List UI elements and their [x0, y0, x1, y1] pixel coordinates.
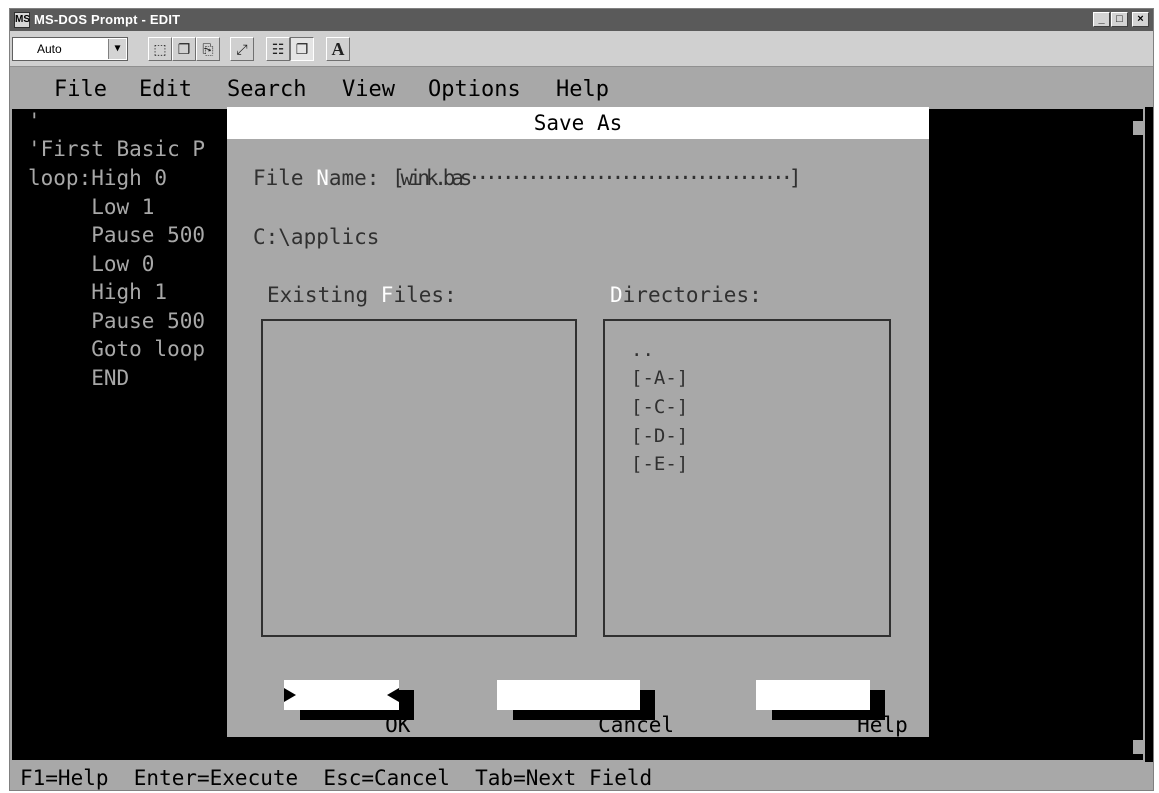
code-line: Goto loop	[28, 337, 206, 361]
properties-button[interactable]: ☷	[266, 37, 290, 61]
file-name-input[interactable]: [wink.bas·······························…	[392, 166, 801, 190]
ms-dos-prompt-window: MS MS-DOS Prompt - EDIT _ □ × Auto ▼ ⬚ ❐…	[9, 8, 1154, 791]
directories-label: Directories:	[610, 283, 762, 307]
save-as-dialog: Save As File Name: [wink.bas············…	[227, 107, 929, 737]
paste-button[interactable]: ⎘	[196, 37, 220, 61]
cancel-label: Cancel	[598, 713, 675, 737]
scroll-down-arrow[interactable]	[1133, 740, 1143, 754]
dialog-title-bar: Save As	[227, 107, 929, 139]
focus-marker-left-icon	[284, 688, 296, 702]
code-line: Low 1	[28, 195, 155, 219]
font-size-select[interactable]: Auto ▼	[12, 37, 128, 61]
list-item[interactable]: [-E-]	[631, 453, 688, 475]
chevron-down-icon[interactable]: ▼	[108, 39, 126, 59]
files-listbox[interactable]	[261, 319, 577, 637]
font-icon: A	[331, 39, 345, 59]
title-bar[interactable]: MS MS-DOS Prompt - EDIT _ □ ×	[10, 9, 1153, 31]
menu-help[interactable]: Help	[556, 77, 609, 102]
code-line: '	[28, 109, 41, 133]
dialog-shadow	[929, 125, 939, 755]
fullscreen-icon: ⤢	[236, 41, 248, 57]
code-line: loop:High 0	[28, 166, 168, 190]
copy-button[interactable]: ❐	[172, 37, 196, 61]
menu-edit[interactable]: Edit	[139, 77, 192, 102]
file-name-label-pre: File	[253, 166, 317, 190]
menu-view[interactable]: View	[342, 77, 395, 102]
close-button[interactable]: ×	[1132, 12, 1149, 27]
menu-options[interactable]: Options	[428, 77, 521, 102]
list-item[interactable]: [-C-]	[631, 396, 688, 418]
directories-listbox[interactable]: .. [-A-] [-C-] [-D-] [-E-]	[603, 319, 891, 637]
list-item[interactable]: [-D-]	[631, 425, 688, 447]
ok-label: OK	[385, 713, 411, 737]
file-name-hotkey: N	[316, 166, 329, 190]
code-line: Low 0	[28, 252, 155, 276]
menu-search[interactable]: Search	[227, 77, 306, 102]
minimize-button[interactable]: _	[1093, 12, 1110, 27]
maximize-button[interactable]: □	[1111, 12, 1128, 27]
code-line: High 1	[28, 280, 168, 304]
current-path: C:\applics	[253, 225, 380, 249]
dialog-title: Save As	[533, 111, 623, 135]
list-item[interactable]: ..	[631, 339, 654, 361]
ms-dos-icon[interactable]: MS	[14, 12, 30, 28]
paste-icon: ⎘	[202, 41, 214, 57]
fullscreen-button[interactable]: ⤢	[230, 37, 254, 61]
scroll-up-arrow[interactable]	[1133, 121, 1143, 135]
copy-icon: ❐	[177, 41, 191, 57]
window-title: MS-DOS Prompt - EDIT	[34, 12, 181, 27]
ok-button[interactable]: OK	[284, 680, 410, 737]
code-line: END	[28, 366, 130, 390]
focus-marker-right-icon	[387, 688, 399, 702]
font-size-value: Auto	[37, 42, 62, 56]
help-label: Help	[857, 713, 908, 737]
cancel-button[interactable]: Cancel	[497, 680, 674, 737]
dos-screen: File Edit Search View Options Help ' 'Fi…	[10, 67, 1153, 790]
code-line: 'First Basic P	[28, 137, 206, 161]
mark-button[interactable]: ⬚	[148, 37, 172, 61]
file-name-field[interactable]: File Name: [wink.bas····················…	[253, 166, 802, 190]
properties-icon: ☷	[271, 41, 285, 57]
file-name-label-post: ame:	[328, 166, 393, 190]
existing-files-label: Existing Files:	[267, 283, 457, 307]
font-button[interactable]: A	[326, 37, 350, 61]
list-item[interactable]: [-A-]	[631, 367, 688, 389]
help-button[interactable]: Help	[756, 680, 908, 737]
background-button[interactable]: ❐	[290, 37, 314, 61]
toolbar: Auto ▼ ⬚ ❐ ⎘ ⤢ ☷ ❐ A	[10, 31, 1153, 67]
menu-bar: File Edit Search View Options Help	[10, 67, 1153, 107]
mark-icon: ⬚	[153, 41, 167, 57]
code-line: Pause 500	[28, 309, 206, 333]
background-icon: ❐	[295, 41, 309, 57]
code-line: Pause 500	[28, 223, 206, 247]
menu-file[interactable]: File	[54, 77, 107, 102]
